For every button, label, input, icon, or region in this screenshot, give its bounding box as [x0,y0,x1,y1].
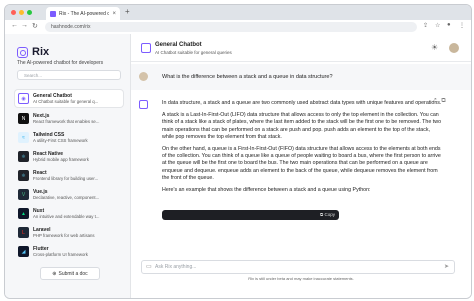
bot-desc: Declarative, reactive, component... [33,195,100,200]
submit-doc-button[interactable]: ⊕ Submit a doc [40,267,100,280]
flutter-icon: ◢ [18,246,29,257]
chat-subtitle: AI Chatbot suitable for general queries [155,50,232,55]
address-bar-row: ← → ↻ hashnode.com/rix ⇪ ☆ ● ⋮ [5,20,471,35]
search-input[interactable]: Search... [17,70,121,80]
browser-tab[interactable]: Rix - The AI-powered chatbot for × [46,7,120,20]
bot-item-laravel[interactable]: L Laravel PHP framework for web artisans [15,224,123,241]
bot-desc: Hybrid mobile app framework [33,157,89,162]
brand-name: Rix [32,46,50,58]
answer-paragraph: A stack is a Last-In-First-Out (LIFO) da… [162,112,442,140]
nextjs-icon: N [18,113,29,124]
assistant-message: ⤤ ⧉ In data structure, a stack and a que… [131,94,471,264]
answer-paragraph: In data structure, a stack and a queue a… [162,100,442,106]
copy-code-button[interactable]: ⧉ Copy [320,212,335,217]
input-placeholder: Ask Rix anything... [155,264,197,270]
answer-text: In data structure, a stack and a queue a… [162,100,442,199]
code-block: ⧉ Copy [162,210,339,220]
chat-input-icon: ▭ [146,264,152,270]
brand-logo[interactable]: Rix [17,46,49,58]
bot-item-nuxt[interactable]: ▲ Nuxt An intuitive and extendable way t.… [15,205,123,222]
bookmark-icon[interactable]: ☆ [435,22,440,29]
send-icon[interactable]: ➤ [444,263,449,270]
browser-window: Rix - The AI-powered chatbot for × + ← →… [4,4,472,299]
copy-label: Copy [324,212,335,217]
tagline: The AI-powered chatbot for developers [17,60,104,66]
reload-icon[interactable]: ↻ [32,22,38,30]
react-icon: ⚛ [18,170,29,181]
bot-desc: React framework that enables se... [33,119,100,124]
new-tab-icon[interactable]: + [125,7,130,16]
laravel-icon: L [18,227,29,238]
bot-item-vue[interactable]: V Vue.js Declarative, reactive, component… [15,186,123,203]
bot-item-flutter[interactable]: ◢ Flutter Cross-platform UI framework [15,243,123,260]
chat-panel: General Chatbot AI Chatbot suitable for … [131,34,471,298]
answer-paragraph: On the other hand, a queue is a First-In… [162,146,441,181]
theme-toggle-icon[interactable]: ☀ [431,43,438,52]
question-text: What is the difference between a stack a… [162,74,333,80]
answer-paragraph: Here's an example that shows the differe… [162,187,371,194]
bot-desc: An intuitive and extendable way t... [33,214,100,219]
plus-icon: ⊕ [52,270,57,277]
user-avatar [139,72,148,81]
bot-desc: A utility-First CSS framework [33,138,88,143]
rix-logo-icon [17,46,28,58]
tailwind-icon: ≈ [18,132,29,143]
chat-header: General Chatbot AI Chatbot suitable for … [131,34,471,62]
user-message: What is the difference between a stack a… [131,64,471,90]
user-avatar[interactable] [449,43,459,53]
bot-desc: Cross-platform UI framework [33,252,88,257]
chatbot-icon [141,43,151,53]
chat-title: General Chatbot [155,42,202,48]
tab-title: Rix - The AI-powered chatbot for [59,10,109,17]
favicon-icon [50,10,56,17]
close-tab-icon[interactable]: × [112,11,116,17]
chatbot-icon: ◉ [18,93,29,104]
share-icon[interactable]: ⇪ [423,22,428,29]
bot-desc: AI Chatbot suitable for general q... [33,99,99,104]
profile-icon[interactable]: ● [447,22,451,28]
bot-desc: Frontend library for building user... [33,176,99,181]
chatbot-icon [139,100,148,109]
bot-desc: PHP framework for web artisans [33,233,95,238]
tab-bar: Rix - The AI-powered chatbot for × + [5,5,471,20]
sidebar: Rix The AI-powered chatbot for developer… [5,34,131,298]
bot-item-general[interactable]: ◉ General Chatbot AI Chatbot suitable for… [15,90,123,107]
bot-item-react-native[interactable]: ⚛ React Native Hybrid mobile app framewor… [15,148,123,165]
nuxt-icon: ▲ [18,208,29,219]
bot-item-tailwind[interactable]: ≈ Tailwind CSS A utility-First CSS framew… [15,129,123,146]
bot-item-nextjs[interactable]: N Next.js React framework that enables se… [15,110,123,127]
back-icon[interactable]: ← [11,22,18,29]
forward-icon[interactable]: → [21,22,28,29]
disclaimer: Rix is still under beta and may make ina… [248,276,354,281]
message-input[interactable]: ▭ Ask Rix anything... ➤ [141,260,455,274]
vue-icon: V [18,189,29,200]
menu-icon[interactable]: ⋮ [459,22,465,29]
minimize-window-button[interactable] [19,10,24,15]
copy-icon[interactable]: ⧉ [441,98,445,105]
maximize-window-button[interactable] [27,10,32,15]
close-window-button[interactable] [11,10,16,15]
bot-item-react[interactable]: ⚛ React Frontend library for building use… [15,167,123,184]
url-field[interactable]: hashnode.com/rix [45,22,417,32]
react-native-icon: ⚛ [18,151,29,162]
submit-doc-label: Submit a doc [58,270,88,277]
